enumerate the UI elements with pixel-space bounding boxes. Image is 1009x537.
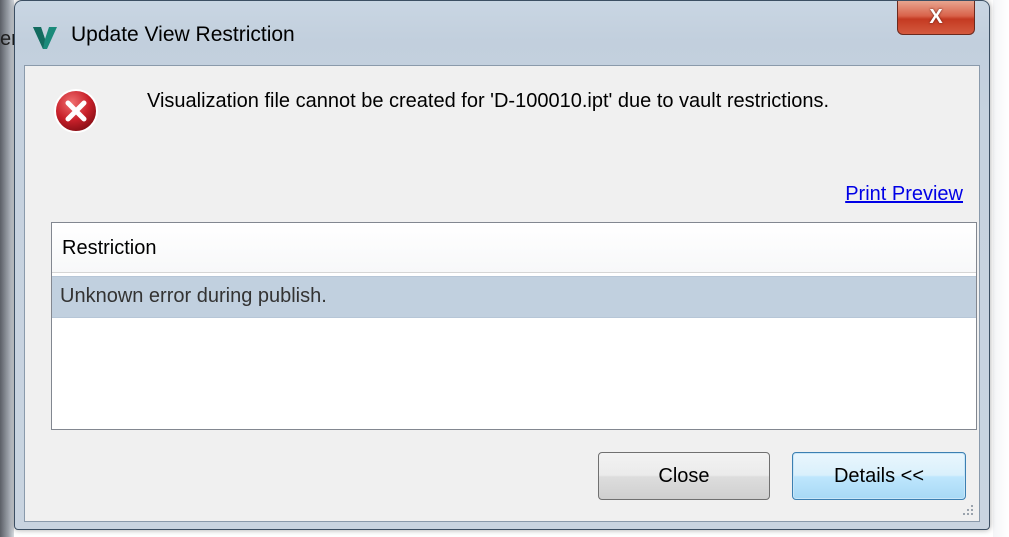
- background-app: er: [0, 0, 18, 537]
- column-header-restriction[interactable]: Restriction: [62, 237, 156, 260]
- dialog-window: Update View Restriction X Visualization …: [14, 0, 990, 530]
- list-row-text: Unknown error during publish.: [60, 285, 327, 307]
- background-right: [993, 0, 1009, 537]
- window-title: Update View Restriction: [71, 23, 295, 46]
- list-row[interactable]: Unknown error during publish.: [52, 276, 976, 318]
- vault-v-icon: [33, 27, 57, 49]
- error-message: Visualization file cannot be created for…: [147, 90, 830, 112]
- restriction-list[interactable]: Restriction Unknown error during publish…: [51, 222, 977, 430]
- details-button[interactable]: Details <<: [792, 452, 966, 500]
- list-header[interactable]: Restriction: [52, 223, 976, 273]
- window-close-button[interactable]: X: [897, 1, 975, 35]
- dialog-body: Visualization file cannot be created for…: [24, 65, 980, 522]
- title-bar[interactable]: Update View Restriction X: [15, 1, 989, 67]
- close-icon: X: [929, 6, 943, 28]
- print-preview-link[interactable]: Print Preview: [845, 183, 963, 206]
- error-icon: [54, 89, 98, 133]
- close-button[interactable]: Close: [598, 452, 770, 500]
- resize-grip-icon[interactable]: [961, 503, 975, 517]
